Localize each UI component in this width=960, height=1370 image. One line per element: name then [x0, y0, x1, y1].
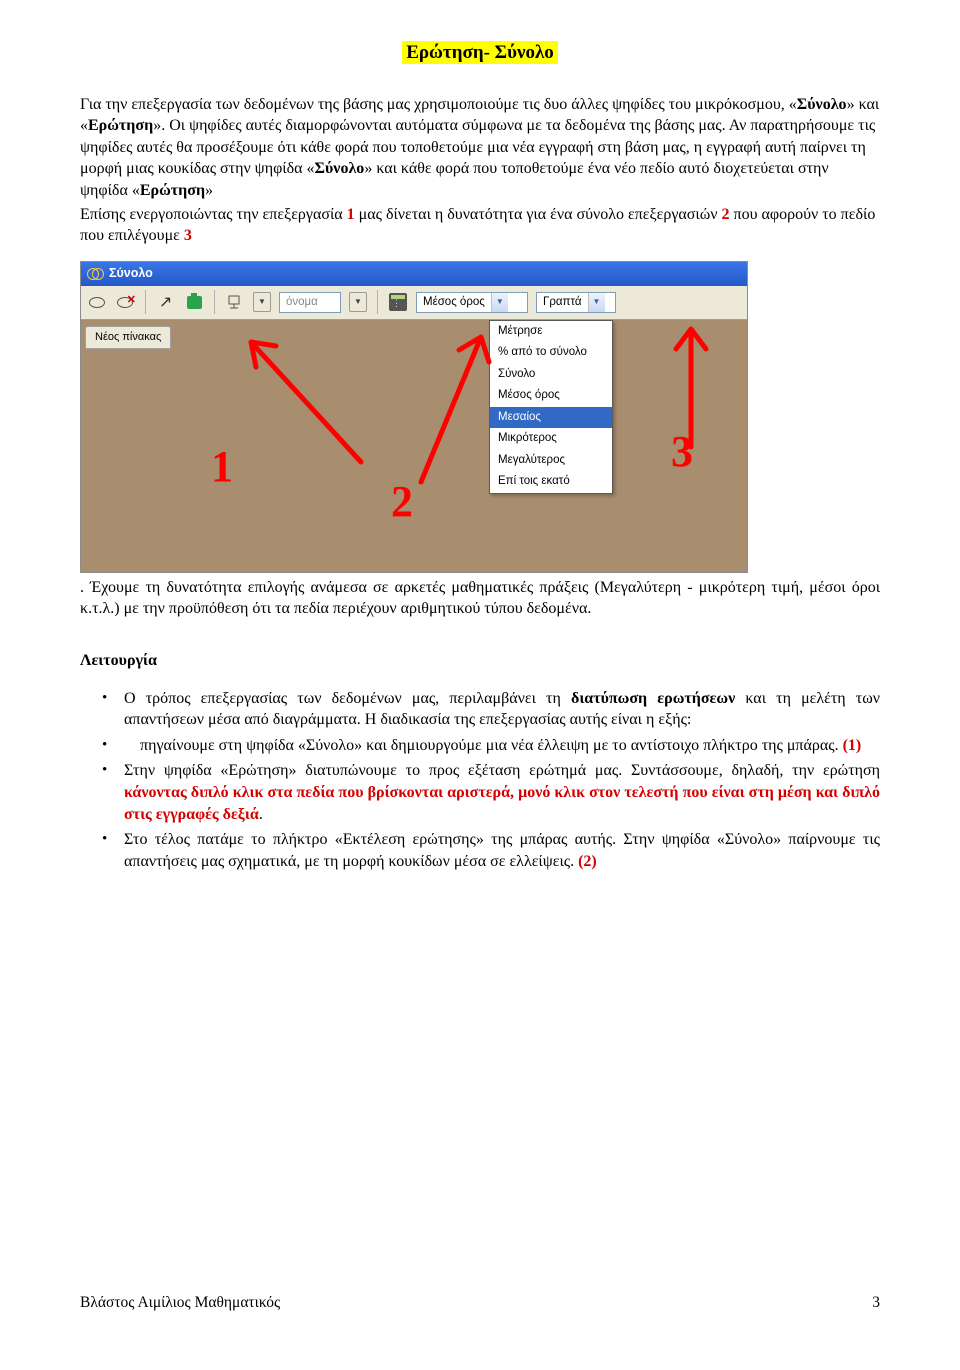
- term-erotisi-2: Ερώτηση: [140, 182, 205, 199]
- field-name-input[interactable]: όνομα: [279, 292, 341, 313]
- text: πηγαίνουμε στη ψηφίδα «Σύνολο» και δημιο…: [140, 737, 843, 754]
- section-heading-leitourgia: Λειτουργία: [80, 650, 880, 672]
- list-item: πηγαίνουμε στη ψηφίδα «Σύνολο» και δημιο…: [100, 735, 880, 757]
- term-sunolo-2: Σύνολο: [315, 160, 365, 177]
- text: μας δίνεται η δυνατότητα για ένα σύνολο …: [355, 206, 722, 223]
- annotation-1: 1: [211, 437, 233, 496]
- placeholder: όνομα: [286, 295, 318, 311]
- field-dropdown[interactable]: ▼: [349, 292, 367, 312]
- ellipse-delete-icon: [117, 297, 133, 308]
- ref-3: 3: [184, 227, 192, 244]
- operation-combo[interactable]: Μέσος όρος ▼: [416, 292, 528, 313]
- term-erotisi: Ερώτηση: [88, 117, 153, 134]
- tab-label: Νέος πίνακας: [95, 331, 161, 343]
- page-title-line: Ερώτηση- Σύνολο: [80, 40, 880, 66]
- separator: [377, 290, 378, 314]
- text: .: [259, 806, 263, 823]
- red-instruction: κάνοντας διπλό κλικ στα πεδία που βρίσκο…: [124, 784, 880, 823]
- ref-1: 1: [347, 206, 355, 223]
- operation-selected: Μέσος όρος: [417, 295, 491, 311]
- tab-new-table[interactable]: Νέος πίνακας: [85, 326, 171, 349]
- chevron-down-icon: ▼: [588, 293, 605, 312]
- text: Στην ψηφίδα «Ερώτηση» διατυπώνουμε το πρ…: [124, 762, 880, 779]
- cursor-icon: [159, 292, 172, 314]
- page-footer: Βλάστος Αιμίλιος Μαθηματικός 3: [80, 1293, 880, 1314]
- calculator-icon: [389, 293, 407, 311]
- text: Επίσης ενεργοποιώντας την επεξεργασία: [80, 206, 347, 223]
- ellipse-tool-button[interactable]: [87, 292, 107, 312]
- toolbar: ▼ όνομα ▼ Μέσος όρος ▼ Γραπτά ▼: [81, 286, 747, 320]
- separator: [214, 290, 215, 314]
- screenshot-sunolo-window: Σύνολο ▼ όνομα ▼ Μέσος όρος ▼ Γραπτά ▼ Ν…: [80, 261, 748, 573]
- bold-text: διατύπωση ερωτήσεων: [571, 690, 735, 707]
- paragraph-1: Για την επεξεργασία των δεδομένων της βά…: [80, 94, 880, 202]
- paragraph-3: . Έχουμε τη δυνατότητα επιλογής ανάμεσα …: [80, 577, 880, 620]
- text: Ο τρόπος επεξεργασίας των δεδομένων μας,…: [124, 690, 571, 707]
- window-title: Σύνολο: [109, 265, 153, 282]
- text: Για την επεξεργασία των δεδομένων της βά…: [80, 96, 797, 113]
- text: Στο τέλος πατάμε το πλήκτρο «Εκτέλεση ερ…: [124, 831, 880, 870]
- ellipse-icon: [89, 297, 105, 308]
- arrow-2: [401, 322, 531, 498]
- paragraph-2: Επίσης ενεργοποιώντας την επεξεργασία 1 …: [80, 204, 880, 247]
- venn-icon: [87, 268, 103, 279]
- field-combo[interactable]: Γραπτά ▼: [536, 292, 616, 313]
- pointer-tool-button[interactable]: [156, 292, 176, 312]
- term-sunolo: Σύνολο: [797, 96, 847, 113]
- procedure-list: Ο τρόπος επεξεργασίας των δεδομένων μας,…: [80, 688, 880, 873]
- chevron-down-icon: ▼: [491, 293, 508, 312]
- calculator-button[interactable]: [388, 292, 408, 312]
- arrow-1: [231, 322, 401, 478]
- layout-icon: [227, 294, 243, 310]
- page-number: 3: [872, 1293, 880, 1314]
- separator: [145, 290, 146, 314]
- list-item: Ο τρόπος επεξεργασίας των δεδομένων μας,…: [100, 688, 880, 731]
- list-item: Στο τέλος πατάμε το πλήκτρο «Εκτέλεση ερ…: [100, 829, 880, 872]
- green-tool-button[interactable]: [184, 292, 204, 312]
- step-ref-2: (2): [578, 853, 597, 870]
- green-icon: [187, 296, 202, 309]
- layout-dropdown[interactable]: ▼: [253, 292, 271, 312]
- page-title: Ερώτηση- Σύνολο: [402, 41, 558, 64]
- footer-author: Βλάστος Αιμίλιος Μαθηματικός: [80, 1293, 280, 1314]
- step-ref-1: (1): [843, 737, 862, 754]
- text: »: [205, 182, 213, 199]
- window-titlebar[interactable]: Σύνολο: [81, 262, 747, 286]
- layout-button[interactable]: [225, 292, 245, 312]
- arrow-3: [646, 317, 736, 463]
- list-item: Στην ψηφίδα «Ερώτηση» διατυπώνουμε το πρ…: [100, 760, 880, 825]
- field-selected: Γραπτά: [537, 295, 588, 311]
- delete-ellipse-button[interactable]: [115, 292, 135, 312]
